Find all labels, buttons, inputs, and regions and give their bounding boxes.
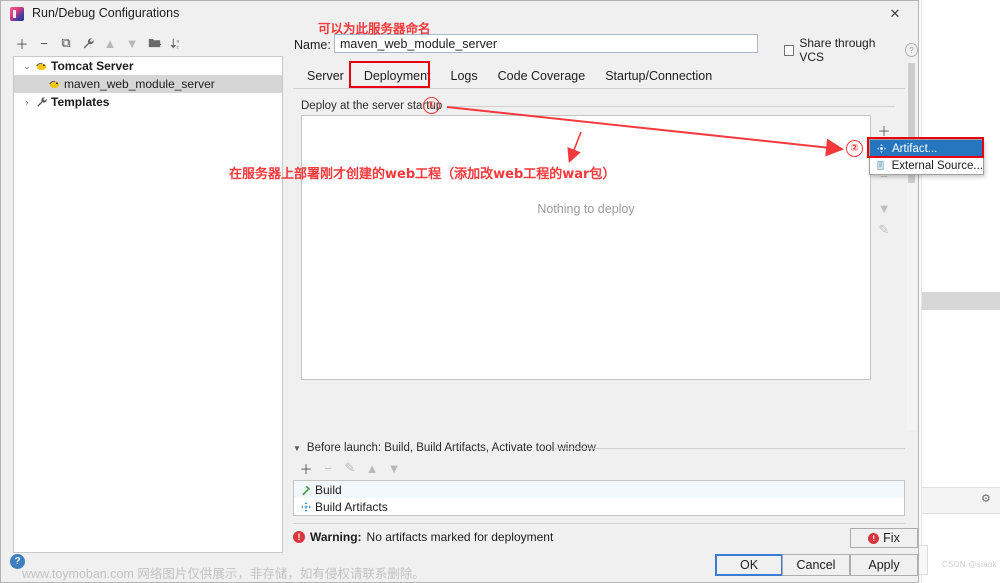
artifact-icon	[874, 142, 888, 156]
tree-node-maven-web-module-server[interactable]: maven_web_module_server	[14, 75, 282, 93]
configurations-tree[interactable]: ⌄ Tomcat Server maven_web_module_server …	[13, 56, 283, 553]
hammer-icon	[298, 483, 313, 497]
new-folder-icon[interactable]	[143, 34, 165, 52]
edit-task-button[interactable]: ✎	[339, 459, 361, 477]
watermark-help-badge: ?	[10, 554, 25, 569]
annotation-name-note: 可以为此服务器命名	[318, 21, 431, 36]
external-source-icon	[874, 159, 888, 173]
task-move-down-button[interactable]: ▼	[383, 459, 405, 477]
edit-artifact-button[interactable]: ✎	[874, 219, 894, 241]
watermark-disclaimer: www.toymoban.com 网络图片仅供展示，非存储，如有侵权请联系删除。	[22, 567, 425, 581]
tab-server[interactable]: Server	[297, 66, 354, 87]
svg-text:z: z	[176, 45, 179, 50]
add-artifact-button[interactable]: ＋	[874, 119, 894, 141]
cancel-button[interactable]: Cancel	[782, 554, 850, 576]
move-up-button[interactable]: ▲	[99, 34, 121, 52]
fix-button[interactable]: ! Fix	[850, 528, 918, 548]
ok-button[interactable]: OK	[715, 554, 783, 576]
before-launch-label: Before launch: Build, Build Artifacts, A…	[306, 442, 596, 454]
deployment-list[interactable]	[301, 115, 871, 380]
annotation-deploy-note: 在服务器上部署刚才创建的web工程（添加改web工程的war包）	[229, 167, 616, 182]
intellij-idea-icon	[10, 7, 24, 21]
tomcat-icon	[34, 59, 49, 73]
close-icon[interactable]: ✕	[874, 3, 916, 25]
footer-divider	[293, 523, 905, 524]
nothing-to-deploy-text: Nothing to deploy	[537, 202, 635, 216]
warning-prefix: Warning:	[310, 530, 362, 544]
menu-item-label: External Source...	[891, 159, 983, 172]
before-launch-divider	[555, 448, 905, 449]
annotation-marker-two: ②	[846, 140, 863, 157]
share-vcs-label: Share through VCS	[799, 36, 876, 64]
add-deployment-popup-menu[interactable]: Artifact... External Source...	[869, 139, 984, 175]
dialog-title: Run/Debug Configurations	[32, 6, 180, 20]
chevron-down-icon[interactable]: ⌄	[20, 61, 34, 72]
menu-item-label: Artifact...	[892, 142, 938, 155]
svg-text:a: a	[176, 39, 179, 44]
watermark-csdn: CSDN @siaok	[942, 560, 997, 569]
move-down-button[interactable]: ▼	[121, 34, 143, 52]
chevron-down-icon[interactable]: ▼	[293, 444, 301, 453]
chevron-right-icon[interactable]: ›	[20, 97, 34, 107]
wrench-icon[interactable]	[77, 34, 99, 52]
task-label: Build	[315, 482, 342, 497]
list-item[interactable]: Build Artifacts	[294, 498, 904, 515]
tab-code-coverage[interactable]: Code Coverage	[488, 66, 596, 87]
apply-button[interactable]: Apply	[850, 554, 918, 576]
task-label: Build Artifacts	[315, 499, 388, 514]
background-highlight-band	[922, 292, 1000, 310]
before-launch-toolbar: ＋ − ✎ ▲ ▼	[295, 459, 405, 477]
configurations-toolbar: ＋ − ⧉ ▲ ▼ az	[11, 33, 283, 53]
share-vcs-checkbox[interactable]	[784, 44, 795, 56]
tree-node-label: Tomcat Server	[51, 59, 134, 73]
list-item[interactable]: Build	[294, 481, 904, 498]
dialog-titlebar: Run/Debug Configurations	[1, 1, 918, 27]
tree-node-tomcat-server[interactable]: ⌄ Tomcat Server	[14, 57, 282, 75]
menu-item-external-source[interactable]: External Source...	[870, 157, 983, 174]
tab-startup-connection[interactable]: Startup/Connection	[595, 66, 722, 87]
warning-message: No artifacts marked for deployment	[366, 530, 554, 544]
warning-icon: !	[293, 531, 305, 543]
wrench-icon	[34, 95, 49, 109]
warning-row: ! Warning: No artifacts marked for deplo…	[293, 530, 553, 544]
help-icon[interactable]: ?	[904, 43, 918, 57]
deployment-tab-highlight	[349, 61, 430, 88]
remove-task-button[interactable]: −	[317, 459, 339, 477]
annotation-marker-one: ①	[423, 97, 440, 114]
fix-button-label: Fix	[883, 531, 900, 545]
artifact-icon	[298, 500, 313, 514]
share-through-vcs-row[interactable]: Share through VCS ?	[784, 36, 918, 64]
run-debug-configurations-dialog: Run/Debug Configurations ✕ ＋ − ⧉ ▲ ▼ az …	[0, 0, 919, 583]
add-configuration-button[interactable]: ＋	[11, 34, 33, 52]
name-label: Name:	[294, 38, 331, 52]
sort-configurations-icon[interactable]: az	[165, 34, 187, 52]
tree-node-templates[interactable]: › Templates	[14, 93, 282, 111]
tab-logs[interactable]: Logs	[441, 66, 488, 87]
copy-configuration-button[interactable]: ⧉	[55, 34, 77, 52]
section-divider	[437, 106, 895, 107]
before-launch-task-list[interactable]: Build Build Artifacts	[293, 480, 905, 516]
add-task-button[interactable]: ＋	[295, 459, 317, 477]
menu-item-artifact[interactable]: Artifact...	[870, 140, 983, 157]
tree-node-label: maven_web_module_server	[64, 77, 215, 91]
task-move-up-button[interactable]: ▲	[361, 459, 383, 477]
before-launch-header[interactable]: ▼ Before launch: Build, Build Artifacts,…	[293, 442, 596, 454]
move-down-artifact-button[interactable]: ▼	[874, 197, 894, 219]
warning-icon: !	[868, 532, 880, 544]
tomcat-icon	[47, 77, 62, 91]
tree-node-label: Templates	[51, 95, 110, 109]
gear-icon[interactable]: ⚙	[981, 494, 992, 505]
remove-configuration-button[interactable]: −	[33, 34, 55, 52]
